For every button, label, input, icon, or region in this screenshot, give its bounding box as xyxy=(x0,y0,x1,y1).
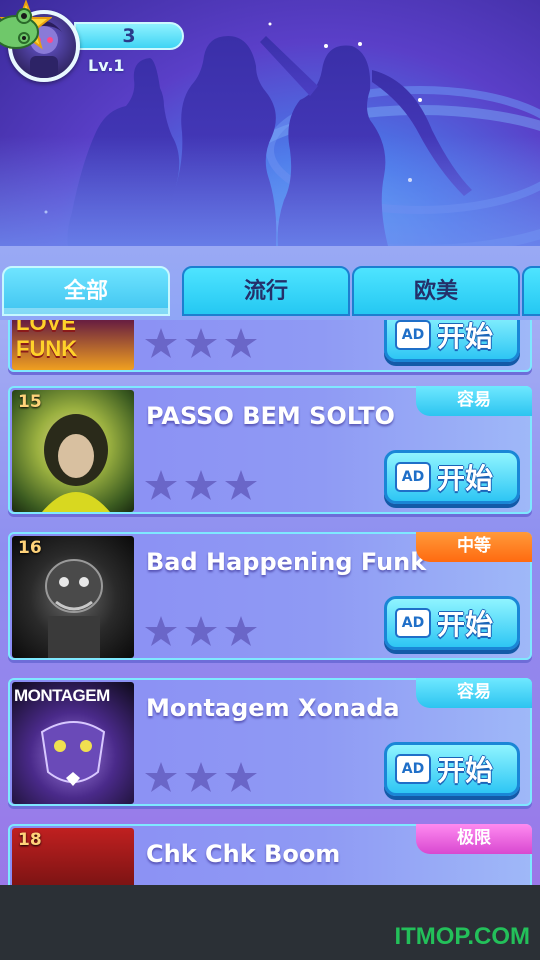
song-card: MONTAGEM Montagem Xonada 容易 AD 开始 xyxy=(8,678,532,806)
start-button[interactable]: AD 开始 xyxy=(384,450,520,504)
ad-icon: AD xyxy=(395,320,431,350)
start-button[interactable]: AD 开始 xyxy=(384,596,520,650)
difficulty-badge: 中等 xyxy=(416,532,532,562)
player-level-label: Lv.1 xyxy=(88,56,125,75)
start-button[interactable]: AD 开始 xyxy=(384,742,520,796)
tab-western[interactable]: 欧美 xyxy=(352,266,520,316)
ad-icon: AD xyxy=(395,608,431,638)
song-cover: LOVE FUNK xyxy=(12,320,134,370)
start-button-label: 开始 xyxy=(437,608,494,641)
tab-next-partial[interactable] xyxy=(522,266,540,316)
song-cover: 18 xyxy=(12,828,134,885)
song-title: PASSO BEM SOLTO xyxy=(146,402,395,430)
song-title: Montagem Xonada xyxy=(146,694,400,722)
crowd-glow xyxy=(0,136,540,246)
difficulty-badge: 容易 xyxy=(416,678,532,708)
song-card: LOVE FUNK AD 开始 xyxy=(8,320,532,372)
tab-pop[interactable]: 流行 xyxy=(182,266,350,316)
start-button-label: 开始 xyxy=(437,462,494,495)
song-cover: MONTAGEM xyxy=(12,682,134,804)
category-tab-bar: 全部 流行 欧美 xyxy=(0,246,540,320)
song-title: Chk Chk Boom xyxy=(146,840,341,868)
watermark-text: ITMOP.COM xyxy=(394,923,530,950)
song-card: 18 Chk Chk Boom 极限 xyxy=(8,824,532,885)
cover-art-text: MONTAGEM xyxy=(14,686,110,705)
song-cover: 16 xyxy=(12,536,134,658)
song-title: Bad Happening Funk xyxy=(146,548,427,576)
footer-bar: ITMOP.COM xyxy=(0,885,540,960)
start-button-label: 开始 xyxy=(437,320,494,353)
cover-art-text: LOVE FUNK xyxy=(16,320,78,361)
start-button-label: 开始 xyxy=(437,754,494,787)
rating-stars xyxy=(145,762,257,792)
song-number: 16 xyxy=(18,538,42,558)
rating-stars xyxy=(145,616,257,646)
tab-all[interactable]: 全部 xyxy=(2,266,170,316)
rating-stars xyxy=(145,470,257,500)
frog-mascot-icon[interactable] xyxy=(0,0,44,50)
level-progress-bar: 3 xyxy=(74,22,184,50)
song-number: 15 xyxy=(18,392,42,412)
rating-stars xyxy=(145,328,257,358)
difficulty-badge: 极限 xyxy=(416,824,532,854)
header-banner: 3 Lv.1 xyxy=(0,0,540,246)
song-list[interactable]: LOVE FUNK AD 开始 15 PASSO BEM SOLTO 容易 AD… xyxy=(0,320,540,885)
start-button[interactable]: AD 开始 xyxy=(384,320,520,362)
ad-icon: AD xyxy=(395,754,431,784)
song-card: 15 PASSO BEM SOLTO 容易 AD 开始 xyxy=(8,386,532,514)
ad-icon: AD xyxy=(395,462,431,492)
song-cover: 15 xyxy=(12,390,134,512)
song-number: 18 xyxy=(18,830,42,850)
song-card: 16 Bad Happening Funk 中等 AD 开始 xyxy=(8,532,532,660)
difficulty-badge: 容易 xyxy=(416,386,532,416)
